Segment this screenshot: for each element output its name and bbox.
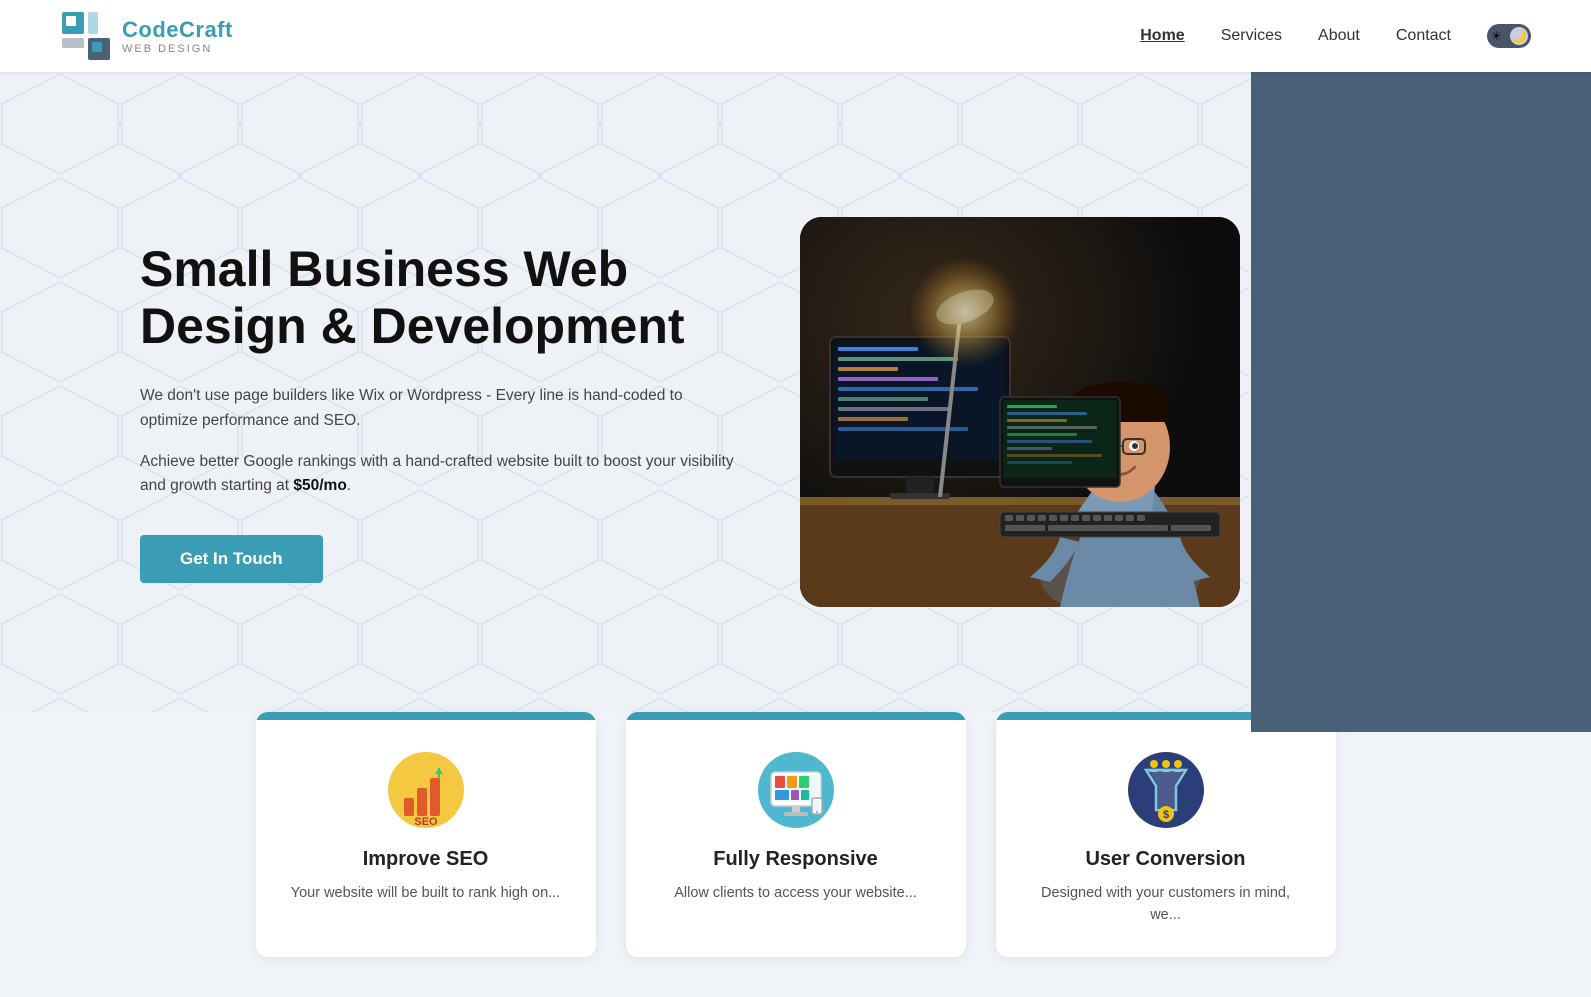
logo-text: CodeCraft WEB DESIGN — [122, 17, 233, 55]
sun-icon: ☀ — [1491, 29, 1502, 43]
nav-link-home[interactable]: Home — [1140, 27, 1184, 44]
seo-icon: SEO — [386, 750, 466, 830]
hero-price: $50/mo — [293, 477, 346, 494]
conversion-icon-wrap: $ — [1026, 750, 1306, 830]
responsive-icon-wrap — [656, 750, 936, 830]
logo-main-text: CodeCraft — [122, 17, 233, 43]
feature-seo-title: Improve SEO — [286, 848, 566, 871]
logo-colored: Code — [122, 17, 179, 42]
hero-section: Small Business Web Design & Development … — [0, 72, 1591, 732]
logo-sub-text: WEB DESIGN — [122, 43, 233, 55]
feature-conversion-desc: Designed with your customers in mind, we… — [1026, 883, 1306, 927]
feature-card-seo: SEO Improve SEO Your website will be bui… — [256, 712, 596, 957]
features-section: SEO Improve SEO Your website will be bui… — [0, 712, 1591, 997]
feature-seo-desc: Your website will be built to rank high … — [286, 883, 566, 905]
responsive-icon — [756, 750, 836, 830]
hero-content: Small Business Web Design & Development … — [0, 72, 1591, 732]
logo: CodeCraft WEB DESIGN — [60, 10, 233, 62]
nav-item-home[interactable]: Home — [1140, 27, 1184, 45]
nav-item-about[interactable]: About — [1318, 27, 1360, 45]
feature-responsive-title: Fully Responsive — [656, 848, 936, 871]
svg-text:$: $ — [1162, 809, 1168, 821]
nav-item-contact[interactable]: Contact — [1396, 27, 1451, 45]
feature-card-conversion: $ User Conversion Designed with your cus… — [996, 712, 1336, 957]
get-in-touch-button[interactable]: Get In Touch — [140, 535, 323, 583]
nav-link-contact[interactable]: Contact — [1396, 27, 1451, 44]
feature-responsive-desc: Allow clients to access your website... — [656, 883, 936, 905]
hero-scene-svg — [800, 217, 1240, 607]
features-grid: SEO Improve SEO Your website will be bui… — [80, 712, 1511, 957]
nav-link-services[interactable]: Services — [1221, 27, 1282, 44]
hero-description-2: Achieve better Google rankings with a ha… — [140, 450, 740, 500]
hero-image — [800, 217, 1240, 607]
nav-link-about[interactable]: About — [1318, 27, 1360, 44]
logo-icon — [60, 10, 112, 62]
svg-text:SEO: SEO — [414, 816, 438, 828]
nav-links: Home Services About Contact ☀ 🌙 — [1140, 24, 1531, 48]
moon-icon: 🌙 — [1511, 28, 1527, 44]
feature-conversion-title: User Conversion — [1026, 848, 1306, 871]
hero-title: Small Business Web Design & Development — [140, 241, 740, 356]
hero-description-1: We don't use page builders like Wix or W… — [140, 384, 740, 434]
theme-toggle[interactable]: ☀ 🌙 — [1487, 24, 1531, 48]
hero-image-wrapper — [800, 217, 1240, 607]
hero-desc2-prefix: Achieve better Google rankings with a ha… — [140, 453, 734, 495]
theme-toggle-item[interactable]: ☀ 🌙 — [1487, 24, 1531, 48]
navbar: CodeCraft WEB DESIGN Home Services About… — [0, 0, 1591, 72]
hero-desc2-suffix: . — [347, 477, 351, 494]
nav-item-services[interactable]: Services — [1221, 27, 1282, 45]
seo-icon-wrap: SEO — [286, 750, 566, 830]
feature-card-responsive: Fully Responsive Allow clients to access… — [626, 712, 966, 957]
hero-text: Small Business Web Design & Development … — [140, 241, 740, 583]
conversion-icon: $ — [1126, 750, 1206, 830]
